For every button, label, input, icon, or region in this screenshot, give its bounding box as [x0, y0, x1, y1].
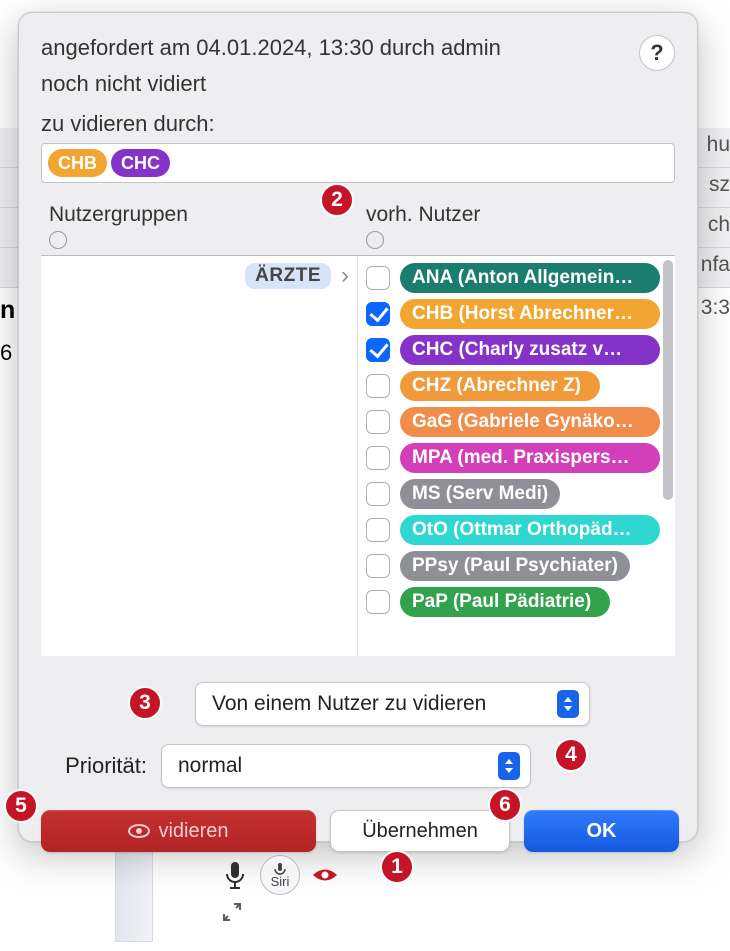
- button-label: Übernehmen: [362, 820, 478, 843]
- user-checkbox[interactable]: [366, 266, 390, 290]
- annotation-badge-4: 4: [554, 738, 588, 772]
- user-row[interactable]: MS (Serv Medi): [364, 476, 669, 512]
- vidieren-eye-icon[interactable]: [310, 860, 340, 890]
- user-checkbox[interactable]: [366, 374, 390, 398]
- siri-label: Siri: [271, 875, 290, 888]
- bg-time-fragment: 3:3: [701, 296, 730, 320]
- annotation-badge-5: 5: [4, 789, 38, 823]
- button-label: vidieren: [158, 820, 228, 843]
- user-row[interactable]: GaG (Gabriele Gynäko…: [364, 404, 669, 440]
- button-label: OK: [587, 820, 617, 843]
- groups-filter-radio[interactable]: [49, 231, 67, 249]
- user-pill: CHB (Horst Abrechner…: [400, 299, 660, 329]
- user-pill: CHC (Charly zusatz v…: [400, 335, 660, 365]
- bg-left-fragment: 6: [0, 340, 12, 366]
- bg-fragment: sz: [709, 173, 730, 197]
- bg-fragment: hu: [707, 133, 730, 157]
- bg-strip: [115, 846, 153, 942]
- user-row[interactable]: CHB (Horst Abrechner…: [364, 296, 669, 332]
- user-checkbox[interactable]: [366, 518, 390, 542]
- annotation-badge-6: 6: [488, 788, 522, 822]
- siri-button[interactable]: Siri: [260, 855, 300, 895]
- bg-fragment: ch: [708, 213, 730, 237]
- user-pill: PPsy (Paul Psychiater): [400, 551, 630, 581]
- user-row[interactable]: PaP (Paul Pädiatrie): [364, 584, 669, 620]
- users-filter-radio[interactable]: [366, 231, 384, 249]
- user-pill: CHZ (Abrechner Z): [400, 371, 600, 401]
- chevron-right-icon: ›: [341, 262, 349, 290]
- priority-select[interactable]: normal: [161, 744, 531, 788]
- user-row[interactable]: CHZ (Abrechner Z): [364, 368, 669, 404]
- user-pill: PaP (Paul Pädiatrie): [400, 587, 610, 617]
- user-checkbox[interactable]: [366, 482, 390, 506]
- select-stepper-icon: [557, 690, 579, 718]
- priority-label: Priorität:: [41, 753, 147, 779]
- users-list[interactable]: ANA (Anton Allgemein… CHB (Horst Abrechn…: [358, 256, 675, 656]
- groups-heading: Nutzergruppen: [41, 197, 358, 229]
- users-scrollbar[interactable]: [663, 260, 673, 652]
- vidieren-popover: ? angefordert am 04.01.2024, 13:30 durch…: [18, 12, 698, 842]
- help-button[interactable]: ?: [639, 35, 675, 71]
- annotation-badge-2: 2: [320, 183, 354, 217]
- bg-left-fragment: n: [0, 296, 15, 325]
- user-checkbox[interactable]: [366, 590, 390, 614]
- user-pill: ANA (Anton Allgemein…: [400, 263, 660, 293]
- annotation-badge-3: 3: [128, 686, 162, 720]
- user-pill: MPA (med. Praxispers…: [400, 443, 660, 473]
- uebernehmen-button[interactable]: Übernehmen: [330, 810, 510, 852]
- user-pill: MS (Serv Medi): [400, 479, 560, 509]
- vidieren-button[interactable]: vidieren: [41, 810, 316, 852]
- assigned-users-field[interactable]: CHB CHC: [41, 143, 675, 183]
- user-pill: OtO (Ottmar Orthopäd…: [400, 515, 660, 545]
- assign-label: zu vidieren durch:: [41, 111, 675, 137]
- bg-fragment: nfa: [701, 253, 730, 277]
- user-checkbox[interactable]: [366, 338, 390, 362]
- users-heading: vorh. Nutzer: [358, 197, 675, 229]
- user-checkbox[interactable]: [366, 446, 390, 470]
- user-checkbox[interactable]: [366, 554, 390, 578]
- annotation-badge-1: 1: [380, 850, 414, 884]
- group-pill: ÄRZTE: [245, 263, 331, 289]
- group-item-aerzte[interactable]: ÄRZTE ›: [41, 256, 357, 296]
- select-value: Von einem Nutzer zu vidieren: [212, 692, 486, 716]
- groups-list[interactable]: ÄRZTE ›: [41, 256, 358, 656]
- ok-button[interactable]: OK: [524, 810, 679, 852]
- vidieren-mode-select[interactable]: Von einem Nutzer zu vidieren: [195, 682, 590, 726]
- select-stepper-icon: [498, 752, 520, 780]
- eye-icon: [128, 824, 150, 838]
- user-row[interactable]: PPsy (Paul Psychiater): [364, 548, 669, 584]
- expand-icon[interactable]: [222, 902, 242, 928]
- select-value: normal: [178, 754, 242, 778]
- user-row[interactable]: ANA (Anton Allgemein…: [364, 260, 669, 296]
- user-row[interactable]: MPA (med. Praxispers…: [364, 440, 669, 476]
- microphone-icon[interactable]: [220, 855, 250, 895]
- user-checkbox[interactable]: [366, 410, 390, 434]
- status-line: noch nicht vidiert: [41, 71, 675, 97]
- user-pill: GaG (Gabriele Gynäko…: [400, 407, 660, 437]
- user-checkbox[interactable]: [366, 302, 390, 326]
- user-row[interactable]: OtO (Ottmar Orthopäd…: [364, 512, 669, 548]
- requested-line: angefordert am 04.01.2024, 13:30 durch a…: [41, 35, 675, 61]
- editor-toolbar: Siri: [220, 855, 340, 895]
- assigned-pill-chc[interactable]: CHC: [111, 149, 170, 177]
- user-row[interactable]: CHC (Charly zusatz v…: [364, 332, 669, 368]
- assigned-pill-chb[interactable]: CHB: [48, 149, 107, 177]
